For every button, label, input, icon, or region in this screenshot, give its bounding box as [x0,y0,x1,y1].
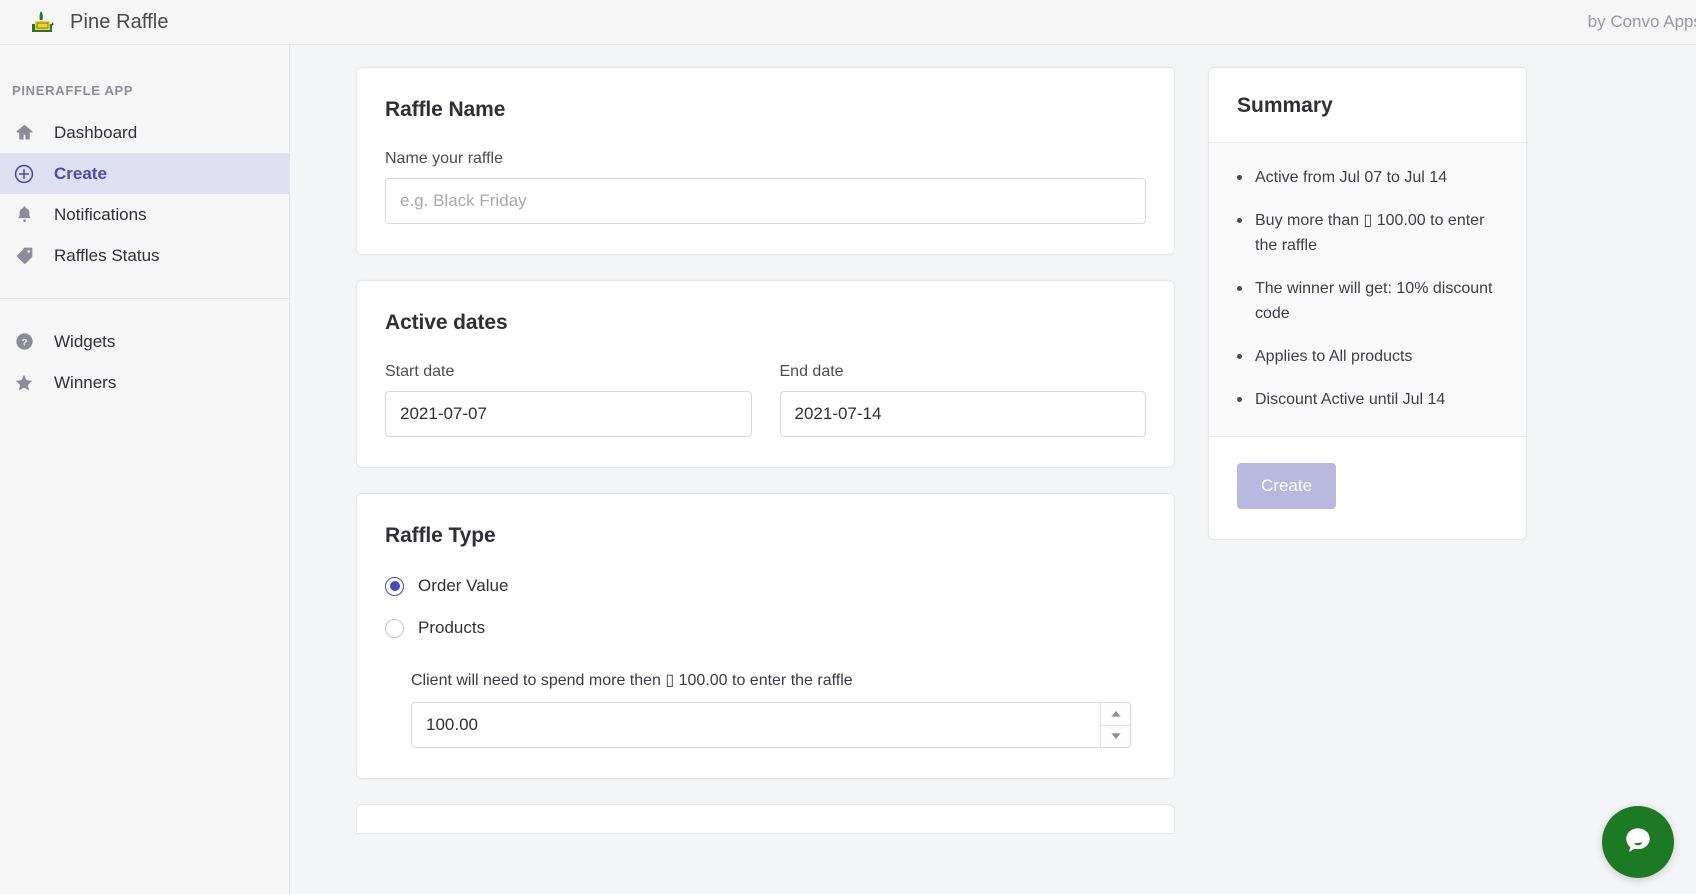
sidebar-group-primary: Dashboard Create Notifications [0,112,289,290]
start-date-label: Start date [385,363,752,381]
question-circle-icon: ? [12,330,36,354]
chat-widget-button[interactable] [1602,806,1674,878]
spend-threshold-block: Client will need to spend more then ▯ 10… [385,670,1146,748]
sidebar: PINERAFFLE APP Dashboard Create [0,45,290,894]
amount-spinner [1100,703,1130,747]
home-icon [12,121,36,145]
plus-circle-icon [12,162,36,186]
summary-bullet: The winner will get: 10% discount code [1233,276,1498,327]
main-content: Raffle Name Name your raffle Active date… [290,45,1696,894]
radio-products[interactable]: Products [385,618,1146,638]
amount-stepper [411,702,1131,748]
bell-icon [12,203,36,227]
chat-bubble-icon [1621,823,1655,862]
summary-bullet: Active from Jul 07 to Jul 14 [1233,165,1498,191]
summary-bullet: Discount Active until Jul 14 [1233,387,1498,413]
caret-down-icon[interactable] [1101,725,1130,748]
byline: by Convo Apps [1588,12,1696,32]
sidebar-heading: PINERAFFLE APP [0,83,289,112]
card-title: Raffle Type [385,524,1146,548]
radio-order-value[interactable]: Order Value [385,576,1146,596]
create-button[interactable]: Create [1237,463,1336,509]
sidebar-item-label: Notifications [54,206,147,223]
top-bar: Pine Raffle by Convo Apps [0,0,1696,45]
card-title: Active dates [385,311,1146,335]
sidebar-item-label: Dashboard [54,124,137,141]
sidebar-item-create[interactable]: Create [0,153,289,194]
summary-card: Summary Active from Jul 07 to Jul 14 Buy… [1208,67,1527,540]
active-dates-card: Active dates Start date End date [356,280,1175,468]
forms-column: Raffle Name Name your raffle Active date… [290,67,1175,894]
raffle-name-label: Name your raffle [385,150,1146,168]
sidebar-item-raffles-status[interactable]: Raffles Status [0,235,289,276]
raffle-name-input[interactable] [385,178,1146,224]
spend-hint-text: Client will need to spend more then ▯ 10… [411,670,1146,690]
summary-bullet: Applies to All products [1233,344,1498,370]
summary-bullets: Active from Jul 07 to Jul 14 Buy more th… [1209,142,1526,437]
app-shell: PINERAFFLE APP Dashboard Create [0,45,1696,894]
sidebar-item-widgets[interactable]: ? Widgets [0,321,289,362]
sidebar-item-label: Create [54,165,107,182]
tag-icon [12,244,36,268]
raffle-ticket-logo-icon [30,10,56,34]
card-title: Raffle Name [385,98,1146,122]
radio-products-indicator[interactable] [385,619,404,638]
summary-column: Summary Active from Jul 07 to Jul 14 Buy… [1175,67,1555,894]
radio-order-value-label: Order Value [418,576,508,596]
radio-products-label: Products [418,618,485,638]
start-date-field: Start date [385,363,752,437]
end-date-label: End date [780,363,1147,381]
raffle-name-card: Raffle Name Name your raffle [356,67,1175,255]
radio-order-value-indicator[interactable] [385,577,404,596]
sidebar-item-winners[interactable]: Winners [0,362,289,403]
app-title: Pine Raffle [70,11,169,34]
svg-text:?: ? [21,337,27,348]
sidebar-group-secondary: ? Widgets Winners [0,298,289,417]
sidebar-item-label: Widgets [54,333,115,350]
amount-input[interactable] [411,702,1131,748]
next-card-partial [356,804,1175,834]
star-icon [12,371,36,395]
sidebar-item-dashboard[interactable]: Dashboard [0,112,289,153]
summary-bullet: Buy more than ▯ 100.00 to enter the raff… [1233,208,1498,259]
sidebar-item-notifications[interactable]: Notifications [0,194,289,235]
sidebar-item-label: Winners [54,374,116,391]
end-date-input[interactable] [780,391,1147,437]
end-date-field: End date [780,363,1147,437]
summary-title: Summary [1209,68,1526,142]
start-date-input[interactable] [385,391,752,437]
summary-footer: Create [1209,437,1526,539]
caret-up-icon[interactable] [1101,703,1130,725]
sidebar-item-label: Raffles Status [54,247,160,264]
brand[interactable]: Pine Raffle [30,10,169,34]
raffle-type-card: Raffle Type Order Value Products Client … [356,493,1175,779]
